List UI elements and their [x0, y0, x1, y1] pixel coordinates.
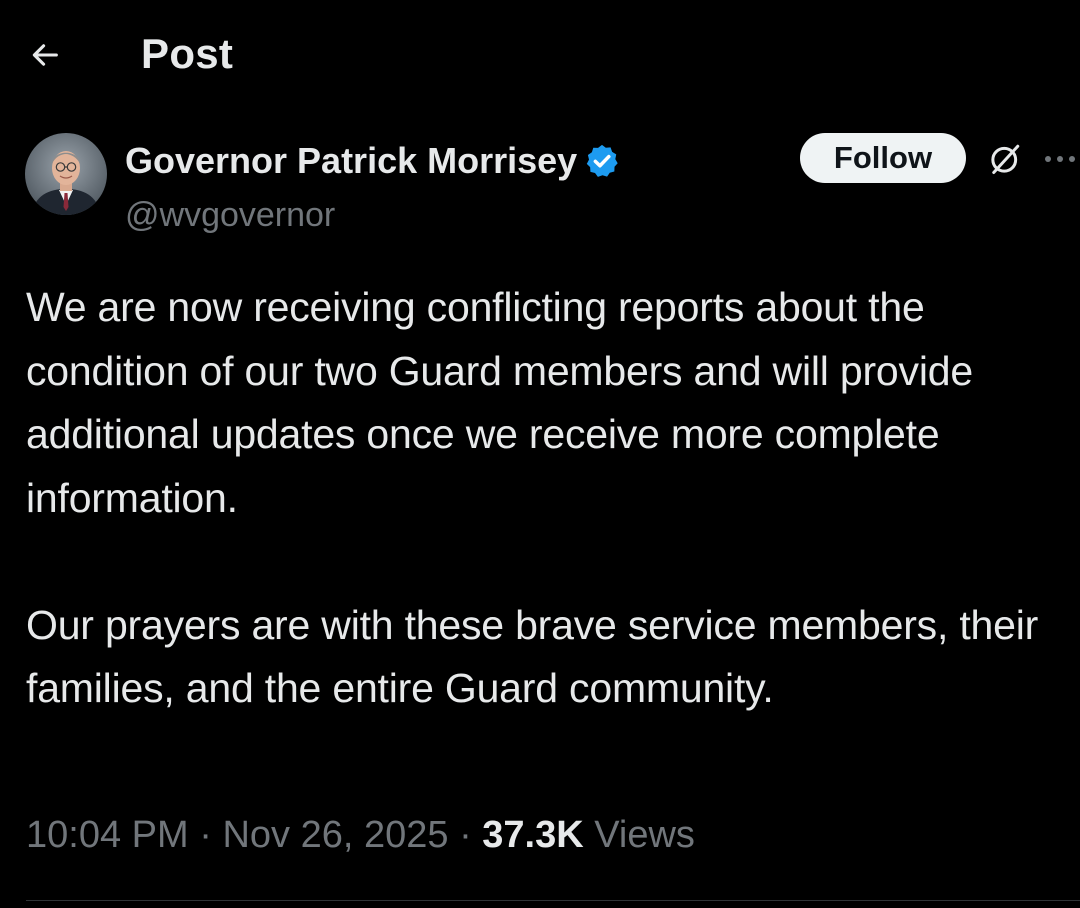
top-bar: Post — [0, 0, 1080, 110]
views-label: Views — [594, 814, 695, 856]
verified-badge-icon — [583, 142, 621, 180]
arrow-left-icon — [32, 44, 58, 66]
tweet-meta: 10:04 PM · Nov 26, 2025 · 37.3K Views — [26, 814, 695, 857]
follow-button[interactable]: Follow — [800, 133, 966, 183]
grok-button[interactable] — [982, 136, 1028, 182]
page-title: Post — [141, 30, 234, 77]
tweet-paragraph: Our prayers are with these brave service… — [26, 601, 1039, 712]
meta-separator: · — [199, 814, 212, 856]
more-options-icon — [1045, 156, 1075, 162]
more-options-button[interactable] — [1042, 144, 1078, 174]
tweet-body: We are now receiving conflicting reports… — [26, 276, 1076, 721]
post-date[interactable]: Nov 26, 2025 — [222, 814, 448, 856]
avatar-image — [25, 133, 107, 215]
divider — [26, 900, 1080, 901]
author-name-row: Governor Patrick Morrisey — [125, 137, 621, 185]
meta-separator: · — [459, 814, 472, 856]
author-display-name[interactable]: Governor Patrick Morrisey — [125, 140, 577, 182]
author-handle[interactable]: @wvgovernor — [125, 196, 335, 235]
views-count: 37.3K — [482, 814, 584, 856]
tweet-paragraph: We are now receiving conflicting reports… — [26, 284, 973, 521]
grok-icon — [991, 144, 1020, 174]
post-time[interactable]: 10:04 PM — [26, 814, 189, 856]
avatar[interactable] — [25, 133, 107, 215]
back-button[interactable] — [22, 32, 68, 78]
